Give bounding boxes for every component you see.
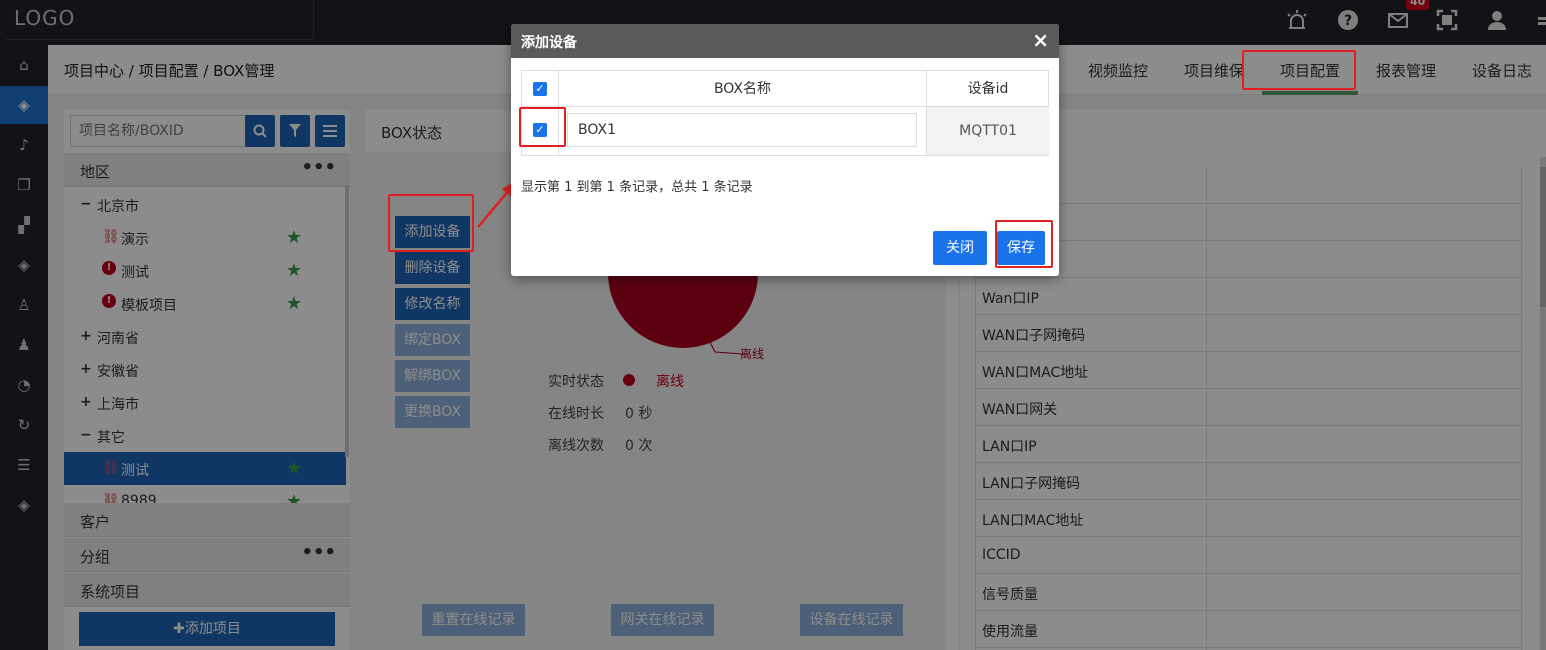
row-checkbox-cell: ✓ (522, 107, 559, 155)
dialog-title: 添加设备 (521, 35, 577, 51)
add-device-dialog: 添加设备 × ✓ BOX名称 设备id ✓ BOX1 MQTT01 显示第 1 … (511, 24, 1059, 276)
close-button[interactable]: 关闭 (933, 231, 987, 265)
column-header-id: 设备id (927, 71, 1049, 107)
save-button[interactable]: 保存 (997, 231, 1045, 265)
device-id-cell: MQTT01 (927, 107, 1049, 155)
box-name-input[interactable]: BOX1 (567, 113, 917, 147)
device-table: ✓ BOX名称 设备id ✓ BOX1 MQTT01 (521, 70, 1049, 156)
select-all-checkbox[interactable]: ✓ (533, 82, 547, 96)
header-checkbox-cell: ✓ (522, 71, 559, 107)
name-cell: BOX1 (559, 107, 927, 155)
close-icon[interactable]: × (1032, 28, 1049, 52)
column-header-name: BOX名称 (559, 71, 927, 107)
pagination-info: 显示第 1 到第 1 条记录，总共 1 条记录 (521, 180, 753, 195)
row-checkbox[interactable]: ✓ (533, 123, 547, 137)
dialog-header: 添加设备 × (511, 24, 1059, 58)
